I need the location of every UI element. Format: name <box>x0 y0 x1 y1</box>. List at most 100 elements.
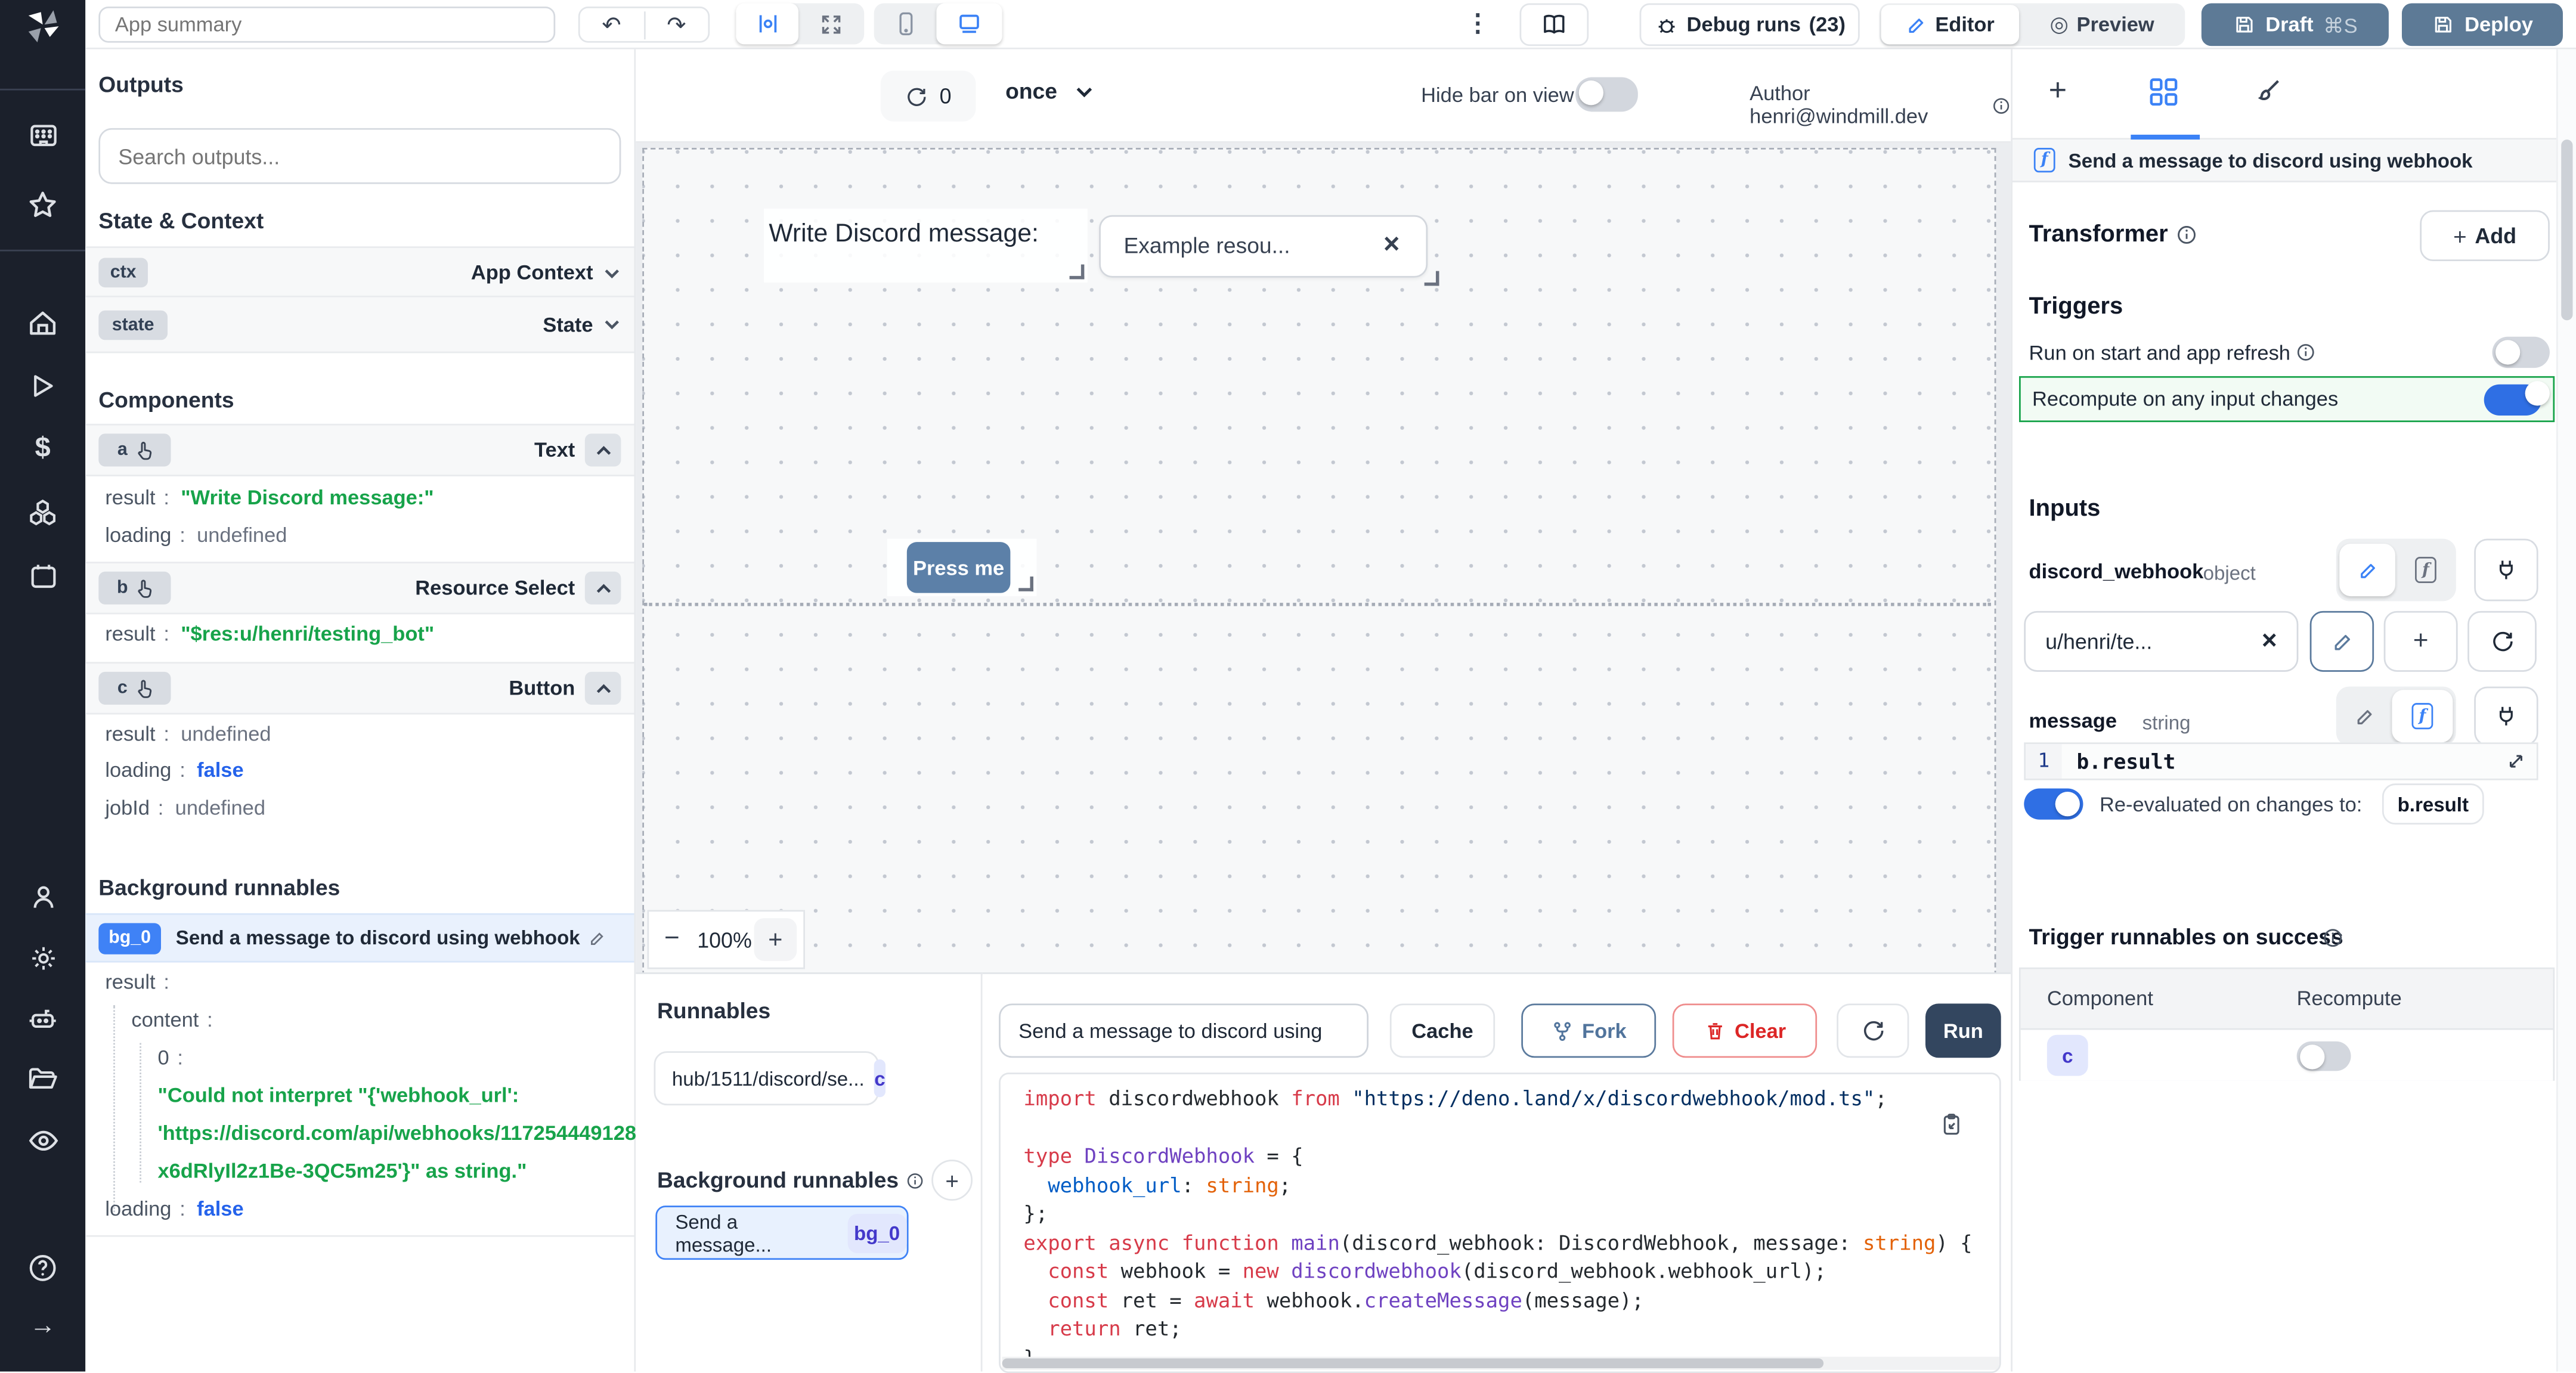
cache-button[interactable]: Cache <box>1390 1003 1495 1058</box>
horizontal-scrollbar <box>1002 1357 2001 1370</box>
add-transformer-button[interactable]: + Add <box>2420 210 2550 261</box>
trigger-success-title: Trigger runnables on success <box>2029 925 2343 949</box>
resource-value-field[interactable]: u/henri/te... × <box>2024 611 2298 672</box>
recompute-c-toggle[interactable] <box>2297 1042 2351 1071</box>
sidebar-item-home[interactable] <box>0 304 85 343</box>
sidebar-item-settings[interactable] <box>0 938 85 977</box>
bg-runnable-row[interactable]: bg_0 Send a message to discord using web… <box>85 913 634 963</box>
insert-component-tab[interactable]: + <box>2049 74 2067 110</box>
sidebar-item-variables[interactable]: $ <box>0 429 85 468</box>
more-options-icon[interactable]: ⋮ <box>1466 8 1490 38</box>
resize-handle[interactable] <box>1018 577 1033 591</box>
component-settings-tab[interactable] <box>2147 76 2180 109</box>
run-button[interactable]: Run <box>1925 1003 2001 1058</box>
static-mode-button[interactable] <box>2339 544 2395 596</box>
clear-resource-icon[interactable]: × <box>1383 228 1400 261</box>
eval-expression-editor[interactable]: 1 b.result <box>2024 742 2538 780</box>
draft-button[interactable]: Draft ⌘S <box>2202 4 2389 47</box>
hide-bar-toggle[interactable] <box>1575 77 1638 111</box>
press-me-button[interactable]: Press me <box>907 542 1011 593</box>
sidebar-item-favorites[interactable] <box>0 185 85 225</box>
zoom-out-button[interactable]: − <box>649 925 695 954</box>
mobile-view-icon[interactable] <box>874 11 937 36</box>
app-canvas[interactable]: Write Discord message: Example resou... … <box>642 148 1996 976</box>
script-name-input[interactable] <box>999 1003 1368 1058</box>
triggers-title: Triggers <box>2029 294 2123 320</box>
search-outputs-input[interactable] <box>98 128 621 184</box>
code-editor[interactable]: import discordwebhook from "https://deno… <box>999 1073 2001 1373</box>
help-icon[interactable] <box>0 1248 85 1288</box>
sidebar-item-runs[interactable] <box>0 366 85 405</box>
tab-preview[interactable]: ◎ Preview <box>2019 11 2185 38</box>
indent-guide <box>113 1005 115 1216</box>
recompute-toggle[interactable] <box>2484 383 2541 414</box>
tab-editor[interactable]: Editor <box>1881 5 2019 44</box>
pencil-icon <box>2354 705 2375 727</box>
static-mode-button[interactable] <box>2336 705 2392 727</box>
author-label: Author henri@windmill.dev <box>1750 82 1981 128</box>
output-row-state[interactable]: state State <box>85 296 634 353</box>
sidebar-item-users[interactable] <box>0 877 85 916</box>
refresh-count-button[interactable]: 0 <box>881 70 976 121</box>
refresh-code-button[interactable] <box>1837 1003 1909 1058</box>
copilot-copy-icon[interactable] <box>1939 1112 1963 1138</box>
scrollbar-thumb[interactable] <box>1002 1358 1824 1368</box>
reevaluate-dep-chip[interactable]: b.result <box>2382 783 2484 825</box>
add-bg-runnable-button[interactable]: + <box>931 1160 973 1201</box>
collapse-b-button[interactable] <box>585 572 621 605</box>
connect-input-button[interactable] <box>2474 539 2538 602</box>
collapse-a-button[interactable] <box>585 433 621 466</box>
expand-rail-icon[interactable]: → <box>0 1307 85 1347</box>
bg-runnable-item-selected[interactable]: Send a message... bg_0 <box>655 1205 908 1260</box>
schedule-dropdown[interactable]: once <box>1005 79 1093 103</box>
editor-preview-tabs: Editor ◎ Preview <box>1880 4 2185 47</box>
component-row-b[interactable]: b Resource Select <box>85 562 634 614</box>
debug-runs-button[interactable]: Debug runs (23) <box>1640 4 1860 47</box>
zoom-in-button[interactable]: + <box>754 918 797 961</box>
sidebar-item-apps[interactable] <box>0 115 85 154</box>
desktop-view-icon[interactable] <box>936 4 1002 45</box>
edit-resource-button[interactable] <box>2310 611 2374 672</box>
deploy-button[interactable]: Deploy <box>2402 4 2563 47</box>
bug-icon <box>1654 13 1678 37</box>
clear-button[interactable]: Clear <box>1673 1003 1817 1058</box>
run-on-start-toggle[interactable] <box>2492 337 2549 368</box>
redo-icon[interactable]: ↷ <box>645 11 708 39</box>
expand-editor-icon[interactable] <box>2506 751 2527 772</box>
resize-handle[interactable] <box>1070 265 1085 280</box>
create-resource-button[interactable]: + <box>2384 611 2458 672</box>
fork-button[interactable]: Fork <box>1521 1003 1656 1058</box>
docs-button[interactable] <box>1519 4 1589 47</box>
app-summary-input[interactable] <box>98 7 555 43</box>
sidebar-item-workers[interactable] <box>0 999 85 1038</box>
undo-icon[interactable]: ↶ <box>580 11 645 39</box>
connect-input-button[interactable] <box>2474 687 2538 746</box>
transformer-label: Transformer <box>2029 222 2168 248</box>
sidebar-item-audit-logs[interactable] <box>0 1120 85 1160</box>
reevaluate-toggle[interactable] <box>2024 788 2083 819</box>
sidebar-item-folders[interactable] <box>0 1059 85 1099</box>
resize-handle[interactable] <box>1425 271 1439 286</box>
collapse-c-button[interactable] <box>585 672 621 705</box>
sidebar-item-resources[interactable] <box>0 493 85 532</box>
center-canvas-icon[interactable] <box>736 4 798 45</box>
canvas-component-button[interactable]: Press me <box>887 539 1037 596</box>
refresh-resources-button[interactable] <box>2467 611 2537 672</box>
component-row-c[interactable]: c Button <box>85 662 634 714</box>
output-row-ctx[interactable]: ctx App Context <box>85 246 634 299</box>
fullscreen-icon[interactable] <box>798 13 864 36</box>
sidebar-item-schedules[interactable] <box>0 555 85 594</box>
eval-mode-button[interactable]: f <box>2392 690 2453 742</box>
component-row-a[interactable]: a Text <box>85 424 634 476</box>
canvas-component-text[interactable]: Write Discord message: <box>764 209 1088 283</box>
canvas-component-resource-select[interactable]: Example resou... × <box>1099 215 1428 278</box>
author-info: Author henri@windmill.dev <box>1750 82 2011 128</box>
eval-mode-button[interactable]: f <box>2395 557 2456 583</box>
background-runnables-title: Background runnables <box>98 875 340 900</box>
text-component-value: Write Discord message: <box>769 220 1038 250</box>
runnable-item-hub[interactable]: hub/1511/discord/se... c <box>654 1051 879 1105</box>
css-theme-tab[interactable] <box>2252 76 2283 107</box>
scrollbar-thumb[interactable] <box>2561 140 2572 320</box>
resource-value: u/henri/te... <box>2045 629 2152 653</box>
clear-resource-icon[interactable]: × <box>2262 627 2277 656</box>
